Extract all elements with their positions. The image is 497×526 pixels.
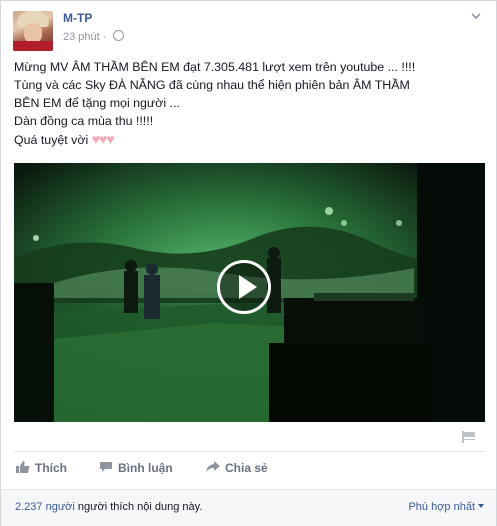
post-text: Mừng MV ÂM THẦM BÊN EM đạt 7.305.481 lượ… (14, 58, 484, 149)
sort-dropdown[interactable]: Phù hợp nhất (408, 501, 484, 513)
post-line-last: Quá tuyệt vời ♥♥♥ (14, 130, 484, 149)
share-label: Chia sẻ (225, 461, 268, 475)
author-name[interactable]: M-TP (63, 11, 92, 25)
like-button[interactable]: Thích (16, 461, 67, 475)
thumbs-up-icon (16, 461, 30, 473)
play-icon[interactable] (217, 260, 271, 314)
post-card: M-TP 23 phút · Mừng MV ÂM THẦM BÊN EM đạ… (0, 0, 497, 526)
avatar[interactable] (13, 11, 53, 51)
divider (14, 451, 485, 452)
post-line: BÊN EM để tặng mọi người ... (14, 96, 180, 110)
likes-text[interactable]: 2.237 người người thích nội dung này. (15, 501, 202, 513)
flag-icon[interactable] (462, 431, 476, 443)
avatar-face (24, 23, 42, 43)
post-time[interactable]: 23 phút (63, 31, 100, 43)
globe-icon (112, 30, 124, 41)
comment-button[interactable]: Bình luận (99, 461, 173, 475)
post-line: Tùng và các Sky ĐÀ NẴNG đã cùng nhau thể… (14, 78, 410, 92)
comment-label: Bình luận (118, 461, 173, 475)
post-line: Dàn đồng ca mùa thu !!!!! (14, 114, 154, 128)
post-meta: 23 phút · (63, 30, 124, 43)
video-player[interactable] (14, 163, 485, 422)
post-line: Quá tuyệt vời (14, 133, 89, 147)
meta-separator: · (102, 31, 107, 43)
heart-emoji-icons: ♥♥♥ (91, 131, 115, 147)
avatar-shirt (13, 41, 53, 51)
like-label: Thích (35, 461, 67, 475)
chevron-down-icon[interactable] (468, 9, 484, 25)
share-button[interactable]: Chia sẻ (206, 461, 268, 475)
likes-summary: 2.237 người người thích nội dung này. Ph… (1, 489, 496, 526)
likes-count[interactable]: 2.237 người (15, 501, 75, 513)
caret-down-icon (478, 504, 484, 508)
comment-icon (99, 461, 113, 473)
likes-suffix: người thích nội dung này. (74, 501, 203, 513)
post-line: Mừng MV ÂM THẦM BÊN EM đạt 7.305.481 lượ… (14, 60, 416, 74)
sort-label: Phù hợp nhất (408, 501, 475, 513)
share-icon (206, 461, 220, 473)
